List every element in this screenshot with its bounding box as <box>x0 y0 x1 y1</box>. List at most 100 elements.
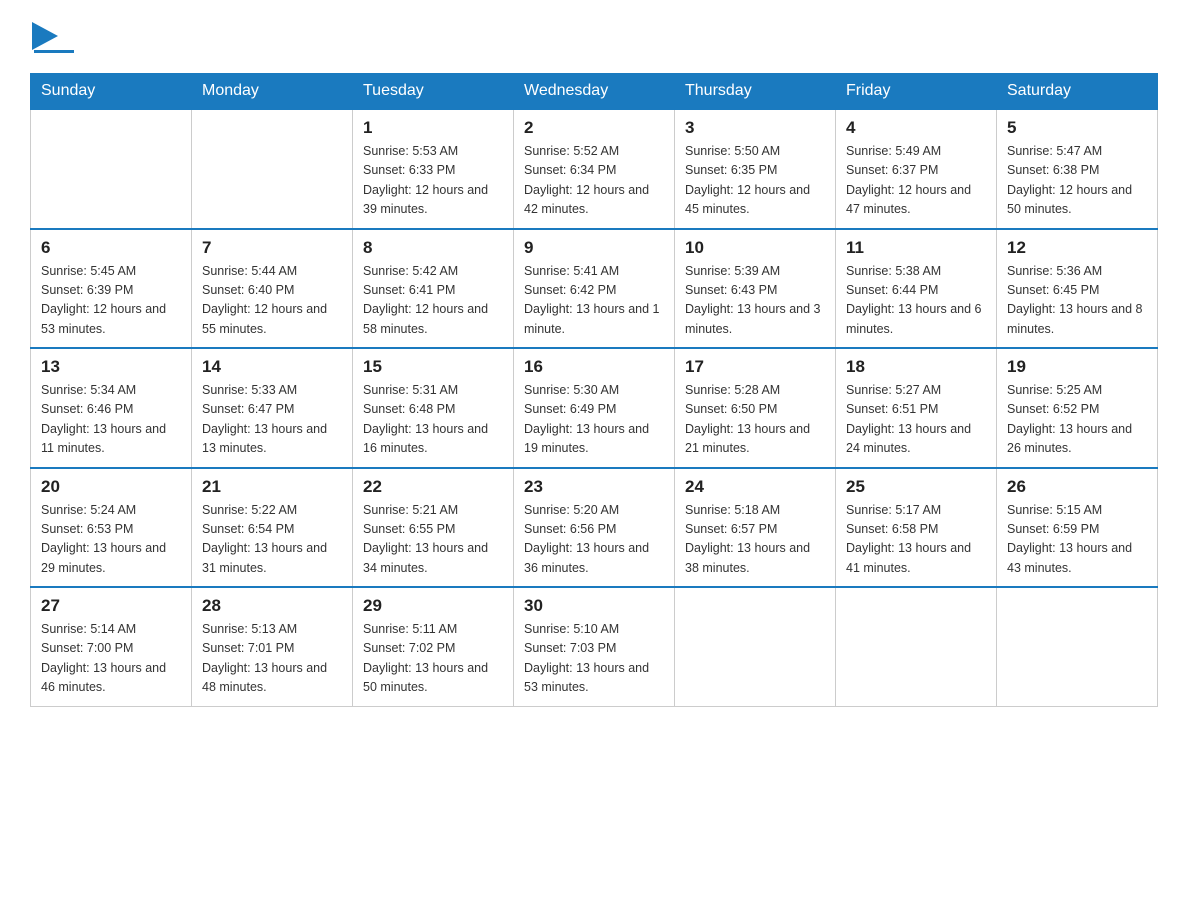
day-info: Sunrise: 5:47 AM Sunset: 6:38 PM Dayligh… <box>1007 142 1147 220</box>
calendar-cell: 6 Sunrise: 5:45 AM Sunset: 6:39 PM Daylig… <box>31 229 192 349</box>
logo <box>30 20 74 53</box>
day-number: 3 <box>685 118 825 138</box>
calendar-cell <box>675 587 836 706</box>
day-info: Sunrise: 5:17 AM Sunset: 6:58 PM Dayligh… <box>846 501 986 579</box>
day-info: Sunrise: 5:36 AM Sunset: 6:45 PM Dayligh… <box>1007 262 1147 340</box>
day-info: Sunrise: 5:52 AM Sunset: 6:34 PM Dayligh… <box>524 142 664 220</box>
day-number: 12 <box>1007 238 1147 258</box>
day-info: Sunrise: 5:42 AM Sunset: 6:41 PM Dayligh… <box>363 262 503 340</box>
day-number: 1 <box>363 118 503 138</box>
day-number: 18 <box>846 357 986 377</box>
day-info: Sunrise: 5:13 AM Sunset: 7:01 PM Dayligh… <box>202 620 342 698</box>
calendar-cell: 21 Sunrise: 5:22 AM Sunset: 6:54 PM Dayli… <box>192 468 353 588</box>
calendar-cell: 25 Sunrise: 5:17 AM Sunset: 6:58 PM Dayli… <box>836 468 997 588</box>
week-row-2: 6 Sunrise: 5:45 AM Sunset: 6:39 PM Daylig… <box>31 229 1158 349</box>
day-info: Sunrise: 5:20 AM Sunset: 6:56 PM Dayligh… <box>524 501 664 579</box>
day-number: 6 <box>41 238 181 258</box>
day-info: Sunrise: 5:41 AM Sunset: 6:42 PM Dayligh… <box>524 262 664 340</box>
calendar-header: SundayMondayTuesdayWednesdayThursdayFrid… <box>31 74 1158 110</box>
day-info: Sunrise: 5:18 AM Sunset: 6:57 PM Dayligh… <box>685 501 825 579</box>
calendar-cell: 20 Sunrise: 5:24 AM Sunset: 6:53 PM Dayli… <box>31 468 192 588</box>
day-number: 2 <box>524 118 664 138</box>
header-cell-monday: Monday <box>192 74 353 110</box>
calendar-cell: 3 Sunrise: 5:50 AM Sunset: 6:35 PM Daylig… <box>675 109 836 229</box>
day-number: 24 <box>685 477 825 497</box>
header-row: SundayMondayTuesdayWednesdayThursdayFrid… <box>31 74 1158 110</box>
calendar-cell: 19 Sunrise: 5:25 AM Sunset: 6:52 PM Dayli… <box>997 348 1158 468</box>
day-number: 4 <box>846 118 986 138</box>
day-info: Sunrise: 5:25 AM Sunset: 6:52 PM Dayligh… <box>1007 381 1147 459</box>
calendar-cell <box>997 587 1158 706</box>
calendar-cell: 5 Sunrise: 5:47 AM Sunset: 6:38 PM Daylig… <box>997 109 1158 229</box>
day-info: Sunrise: 5:33 AM Sunset: 6:47 PM Dayligh… <box>202 381 342 459</box>
calendar-cell: 18 Sunrise: 5:27 AM Sunset: 6:51 PM Dayli… <box>836 348 997 468</box>
calendar-cell: 14 Sunrise: 5:33 AM Sunset: 6:47 PM Dayli… <box>192 348 353 468</box>
day-number: 10 <box>685 238 825 258</box>
week-row-4: 20 Sunrise: 5:24 AM Sunset: 6:53 PM Dayli… <box>31 468 1158 588</box>
day-number: 25 <box>846 477 986 497</box>
day-number: 15 <box>363 357 503 377</box>
day-info: Sunrise: 5:15 AM Sunset: 6:59 PM Dayligh… <box>1007 501 1147 579</box>
header-cell-friday: Friday <box>836 74 997 110</box>
day-number: 27 <box>41 596 181 616</box>
header-cell-sunday: Sunday <box>31 74 192 110</box>
calendar-cell: 1 Sunrise: 5:53 AM Sunset: 6:33 PM Daylig… <box>353 109 514 229</box>
calendar-cell: 12 Sunrise: 5:36 AM Sunset: 6:45 PM Dayli… <box>997 229 1158 349</box>
day-number: 26 <box>1007 477 1147 497</box>
day-number: 20 <box>41 477 181 497</box>
calendar-cell: 9Sunrise: 5:41 AM Sunset: 6:42 PM Daylig… <box>514 229 675 349</box>
day-info: Sunrise: 5:27 AM Sunset: 6:51 PM Dayligh… <box>846 381 986 459</box>
header-cell-saturday: Saturday <box>997 74 1158 110</box>
calendar-cell <box>192 109 353 229</box>
calendar-cell: 8 Sunrise: 5:42 AM Sunset: 6:41 PM Daylig… <box>353 229 514 349</box>
header-cell-wednesday: Wednesday <box>514 74 675 110</box>
week-row-1: 1 Sunrise: 5:53 AM Sunset: 6:33 PM Daylig… <box>31 109 1158 229</box>
day-info: Sunrise: 5:44 AM Sunset: 6:40 PM Dayligh… <box>202 262 342 340</box>
week-row-3: 13Sunrise: 5:34 AM Sunset: 6:46 PM Dayli… <box>31 348 1158 468</box>
calendar-cell <box>31 109 192 229</box>
day-info: Sunrise: 5:50 AM Sunset: 6:35 PM Dayligh… <box>685 142 825 220</box>
day-info: Sunrise: 5:31 AM Sunset: 6:48 PM Dayligh… <box>363 381 503 459</box>
day-info: Sunrise: 5:45 AM Sunset: 6:39 PM Dayligh… <box>41 262 181 340</box>
calendar-cell: 16 Sunrise: 5:30 AM Sunset: 6:49 PM Dayli… <box>514 348 675 468</box>
calendar-cell <box>836 587 997 706</box>
day-number: 8 <box>363 238 503 258</box>
day-number: 17 <box>685 357 825 377</box>
day-info: Sunrise: 5:30 AM Sunset: 6:49 PM Dayligh… <box>524 381 664 459</box>
day-info: Sunrise: 5:38 AM Sunset: 6:44 PM Dayligh… <box>846 262 986 340</box>
calendar-cell: 23Sunrise: 5:20 AM Sunset: 6:56 PM Dayli… <box>514 468 675 588</box>
calendar-cell: 4 Sunrise: 5:49 AM Sunset: 6:37 PM Daylig… <box>836 109 997 229</box>
day-info: Sunrise: 5:24 AM Sunset: 6:53 PM Dayligh… <box>41 501 181 579</box>
day-number: 30 <box>524 596 664 616</box>
day-info: Sunrise: 5:10 AM Sunset: 7:03 PM Dayligh… <box>524 620 664 698</box>
day-number: 29 <box>363 596 503 616</box>
calendar-cell: 30 Sunrise: 5:10 AM Sunset: 7:03 PM Dayli… <box>514 587 675 706</box>
calendar-cell: 22Sunrise: 5:21 AM Sunset: 6:55 PM Dayli… <box>353 468 514 588</box>
day-info: Sunrise: 5:53 AM Sunset: 6:33 PM Dayligh… <box>363 142 503 220</box>
calendar-cell: 13Sunrise: 5:34 AM Sunset: 6:46 PM Dayli… <box>31 348 192 468</box>
day-number: 11 <box>846 238 986 258</box>
day-number: 19 <box>1007 357 1147 377</box>
header-cell-tuesday: Tuesday <box>353 74 514 110</box>
calendar-cell: 10Sunrise: 5:39 AM Sunset: 6:43 PM Dayli… <box>675 229 836 349</box>
day-info: Sunrise: 5:34 AM Sunset: 6:46 PM Dayligh… <box>41 381 181 459</box>
calendar-cell: 7Sunrise: 5:44 AM Sunset: 6:40 PM Daylig… <box>192 229 353 349</box>
day-number: 28 <box>202 596 342 616</box>
day-number: 22 <box>363 477 503 497</box>
week-row-5: 27 Sunrise: 5:14 AM Sunset: 7:00 PM Dayli… <box>31 587 1158 706</box>
page-header <box>30 20 1158 53</box>
day-info: Sunrise: 5:14 AM Sunset: 7:00 PM Dayligh… <box>41 620 181 698</box>
header-cell-thursday: Thursday <box>675 74 836 110</box>
day-info: Sunrise: 5:22 AM Sunset: 6:54 PM Dayligh… <box>202 501 342 579</box>
calendar-cell: 15 Sunrise: 5:31 AM Sunset: 6:48 PM Dayli… <box>353 348 514 468</box>
day-number: 14 <box>202 357 342 377</box>
day-number: 21 <box>202 477 342 497</box>
calendar-cell: 2 Sunrise: 5:52 AM Sunset: 6:34 PM Daylig… <box>514 109 675 229</box>
calendar-cell: 27 Sunrise: 5:14 AM Sunset: 7:00 PM Dayli… <box>31 587 192 706</box>
calendar-cell: 29Sunrise: 5:11 AM Sunset: 7:02 PM Dayli… <box>353 587 514 706</box>
calendar-cell: 17Sunrise: 5:28 AM Sunset: 6:50 PM Dayli… <box>675 348 836 468</box>
calendar-body: 1 Sunrise: 5:53 AM Sunset: 6:33 PM Daylig… <box>31 109 1158 706</box>
day-number: 5 <box>1007 118 1147 138</box>
day-number: 16 <box>524 357 664 377</box>
day-info: Sunrise: 5:49 AM Sunset: 6:37 PM Dayligh… <box>846 142 986 220</box>
